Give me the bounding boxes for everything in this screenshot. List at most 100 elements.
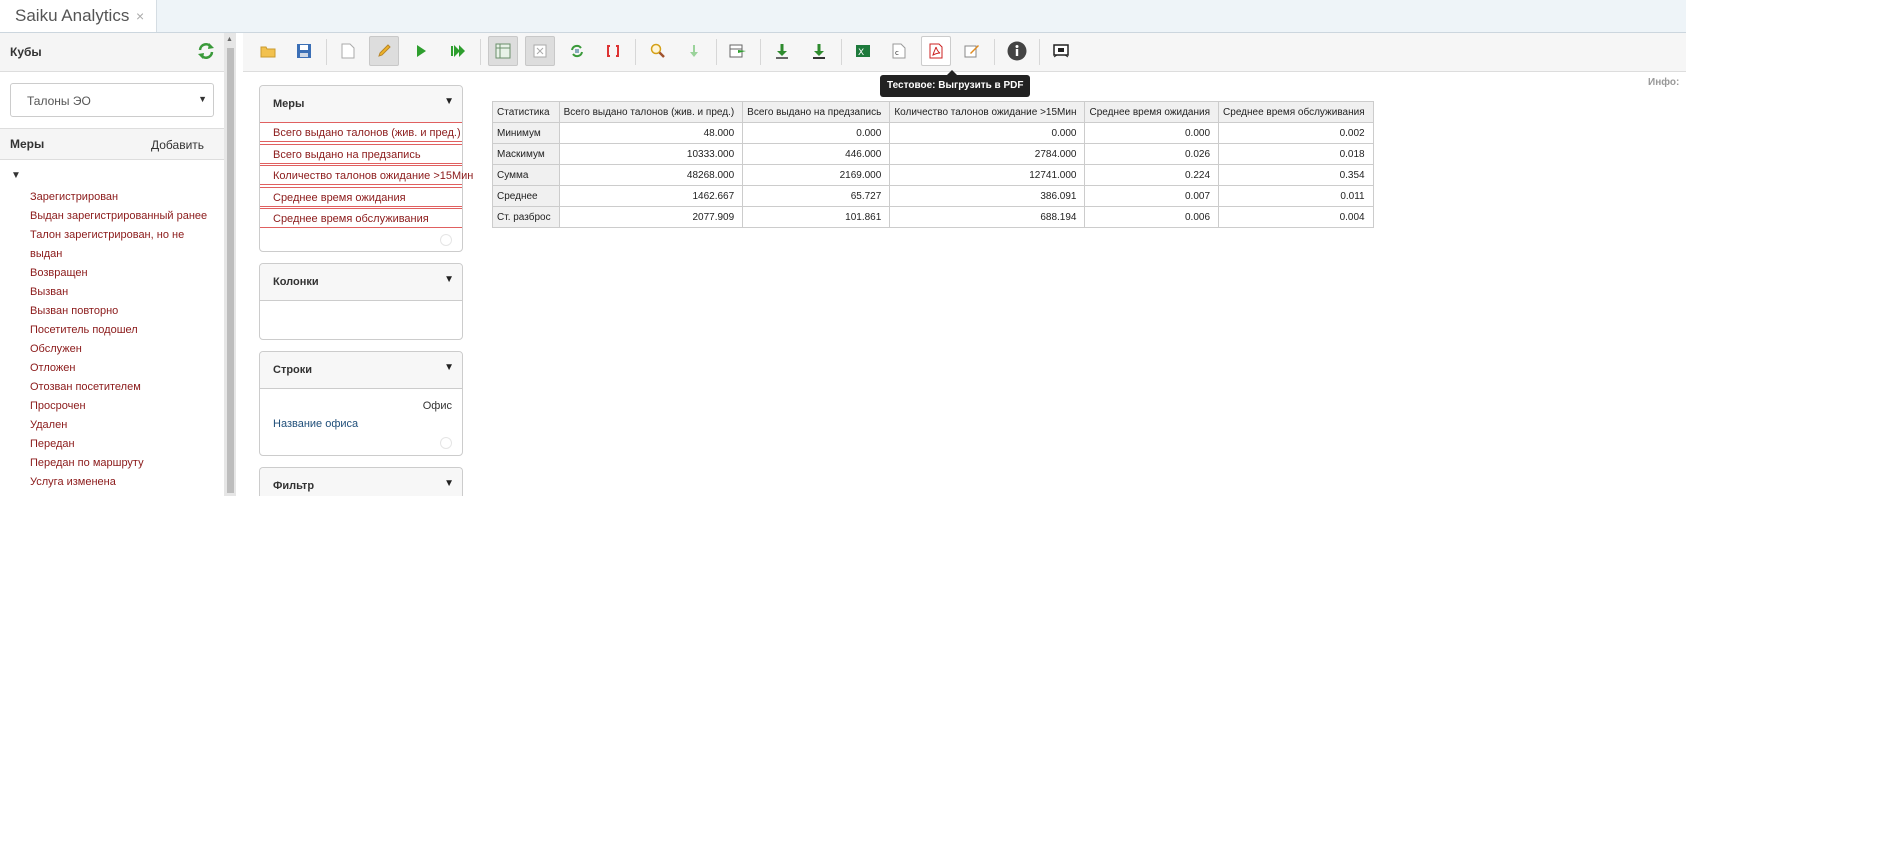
table-row: Маскимум 10333.000 446.000 2784.000 0.026 0.0… — [492, 143, 1374, 165]
toggle-sidebar-button[interactable] — [525, 36, 555, 66]
measure-list-item[interactable]: Обслужен — [20, 340, 216, 359]
table-column-header[interactable]: Количество талонов ожидание >15Мин — [889, 101, 1086, 123]
measure-list-item[interactable]: Посетитель подошел — [20, 321, 216, 340]
cubes-header: Кубы — [0, 33, 224, 72]
edit-query-button[interactable] — [369, 36, 399, 66]
row-header-cell[interactable]: Минимум — [492, 122, 560, 144]
chevron-down-icon[interactable]: ▼ — [444, 274, 454, 285]
result-table: Статистика Всего выдано талонов (жив. и п… — [492, 101, 1374, 228]
table-cell: 1462.667 — [558, 185, 744, 207]
table-cell: 0.224 — [1084, 164, 1220, 186]
table-cell: 0.006 — [1084, 206, 1220, 228]
measure-list-item[interactable]: Возвращен — [20, 264, 216, 283]
export-button[interactable] — [767, 36, 797, 66]
save-icon — [297, 44, 311, 58]
measure-list-item[interactable]: Зарегистрирован — [20, 188, 216, 207]
new-document-icon — [341, 43, 355, 59]
tab-saiku[interactable]: Saiku Analytics × — [0, 0, 157, 32]
screen-icon — [1053, 44, 1069, 58]
measure-list-item[interactable]: Передан — [20, 435, 216, 454]
cube-select[interactable]: Талоны ЭО ▼ — [10, 83, 214, 117]
download-all-icon — [813, 44, 825, 59]
measure-list-item[interactable]: Вызван — [20, 283, 216, 302]
table-column-header[interactable]: Всего выдано на предзапись — [742, 101, 891, 123]
drillthrough-export-button[interactable] — [723, 36, 753, 66]
add-measure-button[interactable]: Добавить — [151, 138, 204, 152]
chevron-down-icon: ▼ — [198, 94, 207, 104]
table-column-header[interactable]: Статистика — [492, 101, 560, 123]
chevron-down-icon[interactable]: ▼ — [444, 362, 454, 373]
fast-forward-icon — [451, 45, 465, 57]
folder-icon — [260, 46, 276, 58]
selected-measure-item[interactable]: Среднее время обслуживания — [260, 208, 462, 228]
filter-panel-header: Фильтр ▼ — [260, 468, 462, 496]
chevron-down-icon[interactable]: ▼ — [444, 96, 454, 107]
table-column-header[interactable]: Всего выдано талонов (жив. и пред.) — [558, 101, 744, 123]
selected-measure-item[interactable]: Всего выдано на предзапись — [260, 143, 462, 164]
selected-measure-item[interactable]: Среднее время ожидания — [260, 186, 462, 207]
cubes-title: Кубы — [10, 45, 42, 59]
toggle-fields-button[interactable] — [488, 36, 518, 66]
toolbar: X c — [243, 33, 1686, 72]
measure-list-item[interactable]: Услуга изменена — [20, 473, 216, 492]
measure-list-item[interactable]: Просрочен — [20, 397, 216, 416]
export-all-button[interactable] — [804, 36, 834, 66]
table-cell: 0.000 — [889, 122, 1086, 144]
measure-list-item[interactable]: Отозван посетителем — [20, 378, 216, 397]
export-report-button[interactable] — [957, 36, 987, 66]
selected-measure-item[interactable]: Всего выдано талонов (жив. и пред.) — [260, 122, 462, 142]
presentation-mode-button[interactable] — [1046, 36, 1076, 66]
save-query-button[interactable] — [289, 36, 319, 66]
swap-axis-button[interactable] — [562, 36, 592, 66]
measure-list-item[interactable]: Передан по маршруту — [20, 454, 216, 473]
measures-panel: Меры ▼ Всего выдано талонов (жив. и пред… — [259, 85, 473, 252]
measure-list-item[interactable]: Удален — [20, 416, 216, 435]
toolbar-separator — [760, 39, 761, 65]
open-query-button[interactable] — [253, 36, 283, 66]
row-header-cell[interactable]: Среднее — [492, 185, 560, 207]
about-button[interactable] — [1002, 36, 1032, 66]
measure-list-item[interactable]: Отложен — [20, 359, 216, 378]
refresh-icon[interactable] — [197, 42, 215, 60]
row-level-item[interactable]: Название офиса — [273, 418, 358, 430]
table-cell: 12741.000 — [889, 164, 1086, 186]
toolbar-separator — [1039, 39, 1040, 65]
table-cell: 0.000 — [1084, 122, 1220, 144]
measure-list-item[interactable]: Вызван повторно — [20, 302, 216, 321]
brackets-icon — [607, 45, 619, 57]
measure-list-item[interactable]: Талон зарегистрирован, но не выдан — [10, 226, 216, 264]
drillthrough-button[interactable] — [679, 36, 709, 66]
table-cell: 101.861 — [742, 206, 891, 228]
toolbar-separator — [326, 39, 327, 65]
table-row: Среднее 1462.667 65.727 386.091 0.007 0.011 — [492, 185, 1374, 207]
arrow-down-icon — [690, 45, 698, 57]
close-icon[interactable]: × — [136, 8, 144, 24]
chevron-down-icon[interactable]: ▼ — [444, 478, 454, 489]
columns-panel-header: Колонки ▼ — [260, 264, 462, 301]
tree-collapse-icon[interactable]: ▼ — [11, 170, 21, 181]
row-header-cell[interactable]: Сумма — [492, 164, 560, 186]
table-cell: 0.007 — [1084, 185, 1220, 207]
table-cell: 48.000 — [558, 122, 744, 144]
pencil-icon — [378, 44, 391, 57]
table-cell: 0.018 — [1218, 143, 1374, 165]
row-header-cell[interactable]: Маскимум — [492, 143, 560, 165]
scroll-up-icon[interactable]: ▲ — [226, 36, 233, 43]
toolbar-separator — [994, 39, 995, 65]
export-pdf-button[interactable] — [921, 36, 951, 66]
export-csv-button[interactable]: c — [884, 36, 914, 66]
zoom-mode-button[interactable] — [643, 36, 673, 66]
scrollbar-thumb[interactable] — [227, 48, 234, 493]
measure-list-item[interactable]: Выдан зарегистрированный ранее — [20, 207, 216, 226]
new-query-button[interactable] — [333, 36, 363, 66]
selected-measure-item[interactable]: Количество талонов ожидание >15Мин — [260, 165, 473, 185]
table-column-header[interactable]: Среднее время обслуживания — [1218, 101, 1374, 123]
export-excel-button[interactable]: X — [848, 36, 878, 66]
table-cell: 2077.909 — [558, 206, 744, 228]
non-empty-button[interactable] — [598, 36, 628, 66]
table-column-header[interactable]: Среднее время ожидания — [1084, 101, 1220, 123]
run-query-button[interactable] — [406, 36, 436, 66]
info-icon — [1007, 41, 1027, 61]
row-header-cell[interactable]: Ст. разброс — [492, 206, 560, 228]
auto-execute-button[interactable] — [443, 36, 473, 66]
